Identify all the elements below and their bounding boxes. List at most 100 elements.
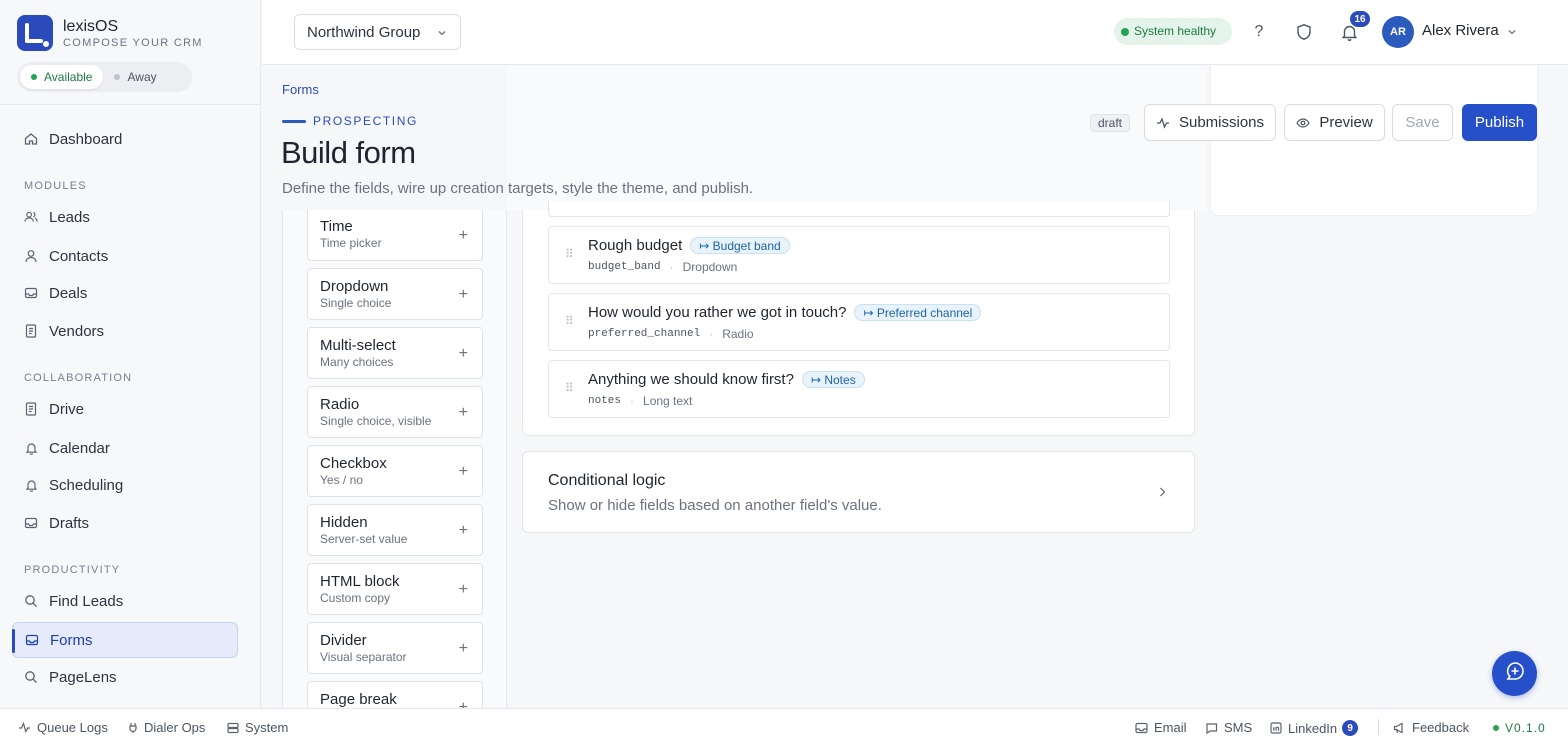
status-dot-icon: [114, 74, 121, 80]
palette-item-divider[interactable]: Divider Visual separator +: [307, 622, 483, 674]
presence-toggle: Available Away: [17, 62, 192, 92]
queue-logs-link[interactable]: Queue Logs: [18, 720, 108, 735]
sidebar-item-pagelens[interactable]: PageLens: [12, 659, 238, 695]
system-health-badge[interactable]: System healthy: [1114, 18, 1232, 45]
sidebar-item-calendar[interactable]: Calendar: [12, 430, 238, 466]
sidebar-item-drive[interactable]: Drive: [12, 391, 238, 427]
users-icon: [24, 210, 38, 224]
chat-icon: [1504, 660, 1526, 687]
megaphone-icon: [1393, 721, 1406, 734]
palette-item-multi-select[interactable]: Multi-select Many choices +: [307, 327, 483, 379]
save-button[interactable]: Save: [1392, 104, 1453, 141]
sidebar-item-label: Vendors: [49, 322, 105, 340]
sidebar-item-label: Calendar: [49, 439, 110, 457]
drag-handle-icon[interactable]: ⠿: [565, 247, 574, 261]
field-row-partial[interactable]: [548, 201, 1170, 217]
plus-icon: +: [458, 699, 468, 708]
email-link[interactable]: Email: [1135, 720, 1187, 735]
field-key: budget_band: [588, 261, 661, 273]
preview-button[interactable]: Preview: [1284, 104, 1385, 141]
submissions-label: Submissions: [1178, 114, 1265, 131]
palette-item-hidden[interactable]: Hidden Server-set value +: [307, 504, 483, 556]
side-panel: [1210, 66, 1538, 216]
plus-icon: +: [458, 522, 468, 539]
sidebar-item-leads[interactable]: Leads: [12, 199, 238, 235]
presence-available-label: Available: [44, 70, 93, 84]
sms-link[interactable]: SMS: [1205, 720, 1252, 735]
dialer-ops-label: Dialer Ops: [144, 720, 206, 735]
linkedin-link[interactable]: LinkedIn 9: [1270, 720, 1359, 736]
sidebar-item-dashboard[interactable]: Dashboard: [12, 121, 238, 157]
document-icon: [24, 402, 38, 416]
publish-button[interactable]: Publish: [1462, 104, 1537, 141]
field-type: Radio: [722, 327, 754, 341]
chevron-down-icon[interactable]: [1506, 25, 1518, 43]
sidebar-item-deals[interactable]: Deals: [12, 275, 238, 311]
sidebar-item-label: Scheduling: [49, 476, 124, 494]
palette-item-dropdown[interactable]: Dropdown Single choice +: [307, 268, 483, 320]
field-palette: Time Time picker + Dropdown Single choic…: [282, 210, 507, 708]
field-mapping-chip: ↦ Preferred channel: [854, 304, 982, 321]
eyebrow-bar: [282, 119, 306, 123]
field-type: Dropdown: [682, 260, 738, 274]
conditional-logic-card[interactable]: Conditional logic Show or hide fields ba…: [522, 451, 1195, 533]
sidebar-item-vendors[interactable]: Vendors: [12, 313, 238, 349]
palette-item-radio[interactable]: Radio Single choice, visible +: [307, 386, 483, 438]
search-icon: [24, 594, 38, 608]
system-link[interactable]: System: [227, 720, 288, 735]
brand[interactable]: lexisOS COMPOSE YOUR CRM: [17, 15, 203, 51]
activity-icon: [1156, 116, 1170, 129]
palette-item-page-break[interactable]: Page break +: [307, 681, 483, 708]
presence-away[interactable]: Away: [103, 65, 167, 89]
presence-available[interactable]: Available: [20, 65, 104, 89]
plus-icon: +: [458, 227, 468, 244]
sidebar-item-scheduling[interactable]: Scheduling: [12, 467, 238, 503]
presence-away-label: Away: [127, 70, 157, 84]
top-bar: Northwind Group System healthy ? 16 AR A…: [262, 0, 1568, 65]
chevron-down-icon: [436, 26, 448, 43]
drag-handle-icon[interactable]: ⠿: [565, 314, 574, 328]
inbox-icon: [25, 633, 39, 647]
lexisos-logo: [17, 15, 53, 51]
plug-icon: [128, 722, 138, 734]
notifications-count: 16: [1350, 11, 1370, 27]
bell-icon: [24, 441, 38, 455]
search-icon: [24, 670, 38, 684]
email-label: Email: [1154, 720, 1187, 735]
field-row-notes[interactable]: ⠿ Anything we should know first? ↦ Notes…: [548, 360, 1170, 418]
field-row-preferred-channel[interactable]: ⠿ How would you rather we got in touch? …: [548, 293, 1170, 351]
inbox-icon: [24, 286, 38, 300]
queue-logs-label: Queue Logs: [37, 720, 108, 735]
sidebar-item-find-leads[interactable]: Find Leads: [12, 583, 238, 619]
plus-icon: +: [458, 404, 468, 421]
sidebar-item-label: Forms: [50, 631, 93, 649]
document-icon: [24, 324, 38, 338]
chat-assistant-button[interactable]: [1492, 651, 1537, 696]
palette-item-time[interactable]: Time Time picker +: [307, 210, 483, 261]
drag-handle-icon[interactable]: ⠿: [565, 381, 574, 395]
feedback-link[interactable]: Feedback: [1393, 720, 1469, 735]
user-icon: [24, 249, 38, 263]
sidebar-item-drafts[interactable]: Drafts: [12, 505, 238, 541]
help-icon[interactable]: ?: [1247, 20, 1271, 44]
sidebar-item-forms[interactable]: Forms: [12, 622, 238, 658]
shield-icon[interactable]: [1292, 20, 1316, 44]
section-label-collaboration: COLLABORATION: [24, 372, 133, 384]
avatar[interactable]: AR: [1382, 16, 1414, 48]
dialer-ops-link[interactable]: Dialer Ops: [128, 720, 205, 735]
sidebar-item-label: Drafts: [49, 514, 90, 532]
plus-icon: +: [458, 581, 468, 598]
user-name[interactable]: Alex Rivera: [1422, 22, 1499, 39]
inbox-icon: [24, 516, 38, 530]
sidebar-item-label: Dashboard: [49, 130, 123, 148]
palette-item-html-block[interactable]: HTML block Custom copy +: [307, 563, 483, 615]
message-icon: [1205, 722, 1218, 734]
breadcrumb[interactable]: Forms: [282, 82, 319, 97]
bell-icon: [24, 478, 38, 492]
palette-item-checkbox[interactable]: Checkbox Yes / no +: [307, 445, 483, 497]
field-row-budget[interactable]: ⠿ Rough budget ↦ Budget band budget_band…: [548, 226, 1170, 284]
feedback-label: Feedback: [1412, 720, 1470, 735]
org-selector[interactable]: Northwind Group: [294, 14, 461, 50]
sidebar-item-contacts[interactable]: Contacts: [12, 238, 238, 274]
submissions-button[interactable]: Submissions: [1144, 104, 1276, 141]
